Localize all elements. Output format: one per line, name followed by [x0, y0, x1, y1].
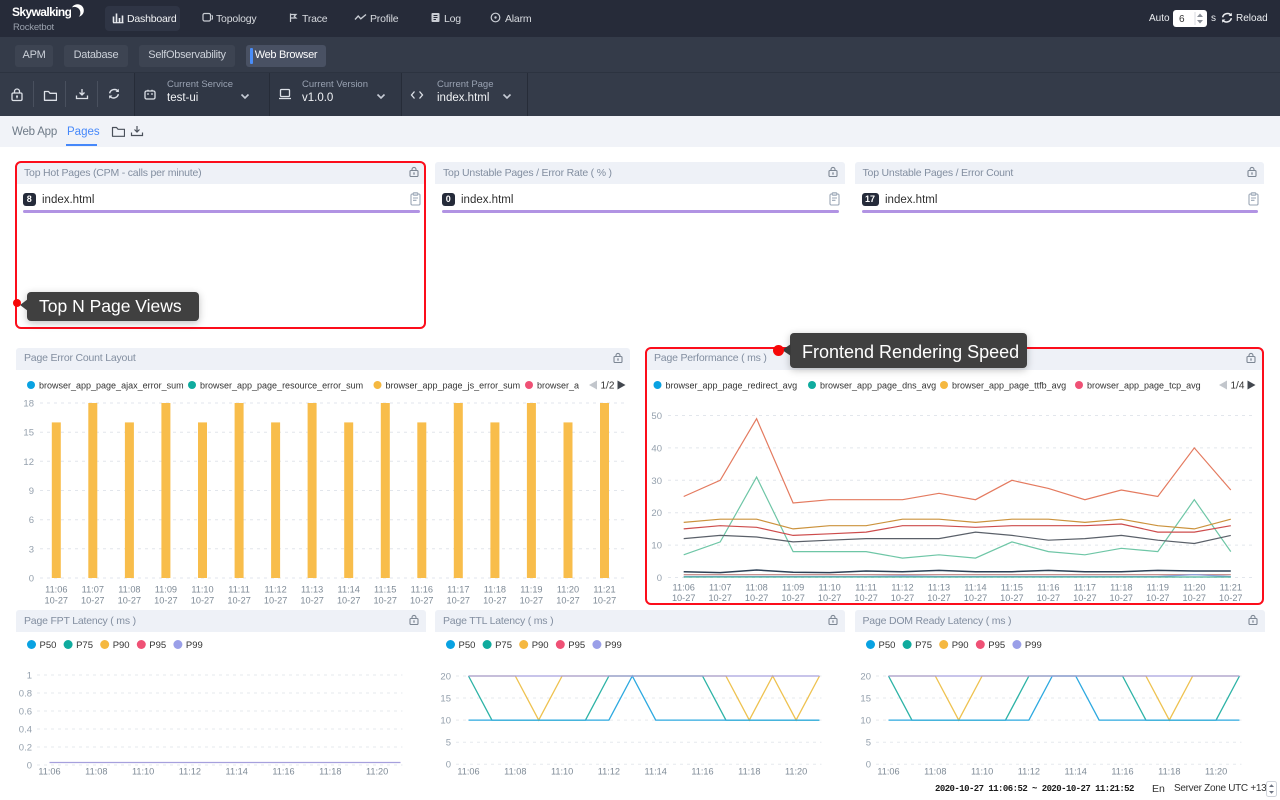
svg-text:1: 1 [27, 671, 32, 682]
svg-text:5: 5 [865, 738, 870, 749]
svg-text:11:06: 11:06 [38, 767, 60, 777]
svg-text:0.6: 0.6 [19, 707, 32, 718]
svg-text:11:15: 11:15 [374, 585, 396, 595]
svg-text:P99: P99 [186, 640, 203, 651]
svg-text:11:14: 11:14 [645, 767, 667, 777]
svg-text:15: 15 [23, 428, 34, 439]
svg-text:P99: P99 [1024, 640, 1041, 651]
svg-text:6: 6 [29, 515, 34, 526]
svg-text:10-27: 10-27 [556, 596, 580, 606]
svg-text:10-27: 10-27 [337, 596, 361, 606]
svg-text:0.8: 0.8 [19, 689, 32, 700]
svg-text:11:14: 11:14 [226, 767, 248, 777]
svg-text:11:12: 11:12 [1017, 767, 1039, 777]
svg-text:P75: P75 [76, 640, 93, 651]
svg-text:browser_app_page_resource_erro: browser_app_page_resource_error_sum [200, 381, 363, 391]
svg-text:0: 0 [29, 574, 34, 585]
svg-text:10-27: 10-27 [447, 596, 471, 606]
svg-text:11:08: 11:08 [118, 585, 140, 595]
svg-text:11:06: 11:06 [45, 585, 67, 595]
svg-text:P75: P75 [915, 640, 932, 651]
svg-text:11:18: 11:18 [319, 767, 341, 777]
svg-text:11:14: 11:14 [1064, 767, 1086, 777]
svg-text:11:20: 11:20 [557, 585, 579, 595]
svg-text:P50: P50 [459, 640, 476, 651]
svg-text:10: 10 [440, 716, 451, 727]
svg-text:10-27: 10-27 [118, 596, 142, 606]
svg-text:9: 9 [29, 486, 34, 497]
svg-text:10-27: 10-27 [154, 596, 178, 606]
svg-text:15: 15 [860, 694, 871, 705]
svg-text:11:13: 11:13 [301, 585, 323, 595]
svg-text:10-27: 10-27 [264, 596, 288, 606]
svg-text:11:08: 11:08 [924, 767, 946, 777]
svg-text:11:16: 11:16 [411, 585, 433, 595]
svg-text:5: 5 [446, 738, 451, 749]
svg-text:11:19: 11:19 [520, 585, 542, 595]
svg-text:11:16: 11:16 [1111, 767, 1133, 777]
svg-text:P95: P95 [149, 640, 166, 651]
svg-text:11:08: 11:08 [85, 767, 107, 777]
svg-text:10-27: 10-27 [45, 596, 69, 606]
svg-text:10-27: 10-27 [520, 596, 544, 606]
svg-text:0.4: 0.4 [19, 725, 32, 736]
svg-text:10-27: 10-27 [593, 596, 617, 606]
svg-text:10-27: 10-27 [227, 596, 251, 606]
svg-text:browser_a: browser_a [537, 381, 579, 391]
svg-text:10-27: 10-27 [483, 596, 507, 606]
svg-text:P90: P90 [532, 640, 549, 651]
svg-text:10: 10 [860, 716, 871, 727]
svg-text:P90: P90 [113, 640, 130, 651]
svg-text:10-27: 10-27 [410, 596, 434, 606]
svg-text:11:07: 11:07 [82, 585, 104, 595]
svg-text:11:12: 11:12 [179, 767, 201, 777]
svg-text:11:20: 11:20 [785, 767, 807, 777]
svg-text:10-27: 10-27 [300, 596, 324, 606]
svg-text:11:21: 11:21 [593, 585, 615, 595]
svg-text:browser_app_page_js_error_sum: browser_app_page_js_error_sum [386, 381, 521, 391]
svg-text:20: 20 [440, 672, 451, 683]
svg-text:P90: P90 [951, 640, 968, 651]
svg-text:11:10: 11:10 [132, 767, 154, 777]
svg-text:11:14: 11:14 [338, 585, 360, 595]
svg-text:0: 0 [865, 760, 870, 771]
svg-text:11:16: 11:16 [272, 767, 294, 777]
svg-text:11:09: 11:09 [155, 585, 177, 595]
svg-text:P50: P50 [878, 640, 895, 651]
svg-text:11:10: 11:10 [191, 585, 213, 595]
svg-text:3: 3 [29, 544, 34, 555]
svg-text:browser_app_page_ajax_error_su: browser_app_page_ajax_error_sum [39, 381, 184, 391]
svg-text:0: 0 [27, 761, 32, 772]
svg-text:10-27: 10-27 [191, 596, 215, 606]
svg-text:0: 0 [446, 760, 451, 771]
svg-text:11:16: 11:16 [691, 767, 713, 777]
svg-text:P50: P50 [40, 640, 57, 651]
svg-text:11:18: 11:18 [1158, 767, 1180, 777]
svg-text:11:10: 11:10 [970, 767, 992, 777]
svg-text:1/2: 1/2 [601, 381, 615, 392]
svg-text:18: 18 [23, 399, 34, 410]
svg-text:12: 12 [23, 457, 34, 468]
svg-text:20: 20 [860, 672, 871, 683]
svg-text:11:18: 11:18 [484, 585, 506, 595]
svg-text:11:11: 11:11 [228, 585, 250, 595]
svg-text:11:12: 11:12 [598, 767, 620, 777]
svg-text:P95: P95 [988, 640, 1005, 651]
svg-text:P75: P75 [495, 640, 512, 651]
svg-text:11:18: 11:18 [738, 767, 760, 777]
svg-text:11:20: 11:20 [366, 767, 388, 777]
svg-text:11:17: 11:17 [447, 585, 469, 595]
svg-text:15: 15 [440, 694, 451, 705]
svg-text:P95: P95 [568, 640, 585, 651]
svg-text:P99: P99 [605, 640, 622, 651]
svg-text:11:06: 11:06 [457, 767, 479, 777]
svg-text:10-27: 10-27 [373, 596, 397, 606]
svg-text:11:06: 11:06 [877, 767, 899, 777]
svg-text:11:08: 11:08 [504, 767, 526, 777]
svg-text:11:20: 11:20 [1204, 767, 1226, 777]
svg-text:10-27: 10-27 [81, 596, 105, 606]
svg-text:0.2: 0.2 [19, 743, 32, 754]
svg-text:11:10: 11:10 [551, 767, 573, 777]
svg-text:11:12: 11:12 [264, 585, 286, 595]
